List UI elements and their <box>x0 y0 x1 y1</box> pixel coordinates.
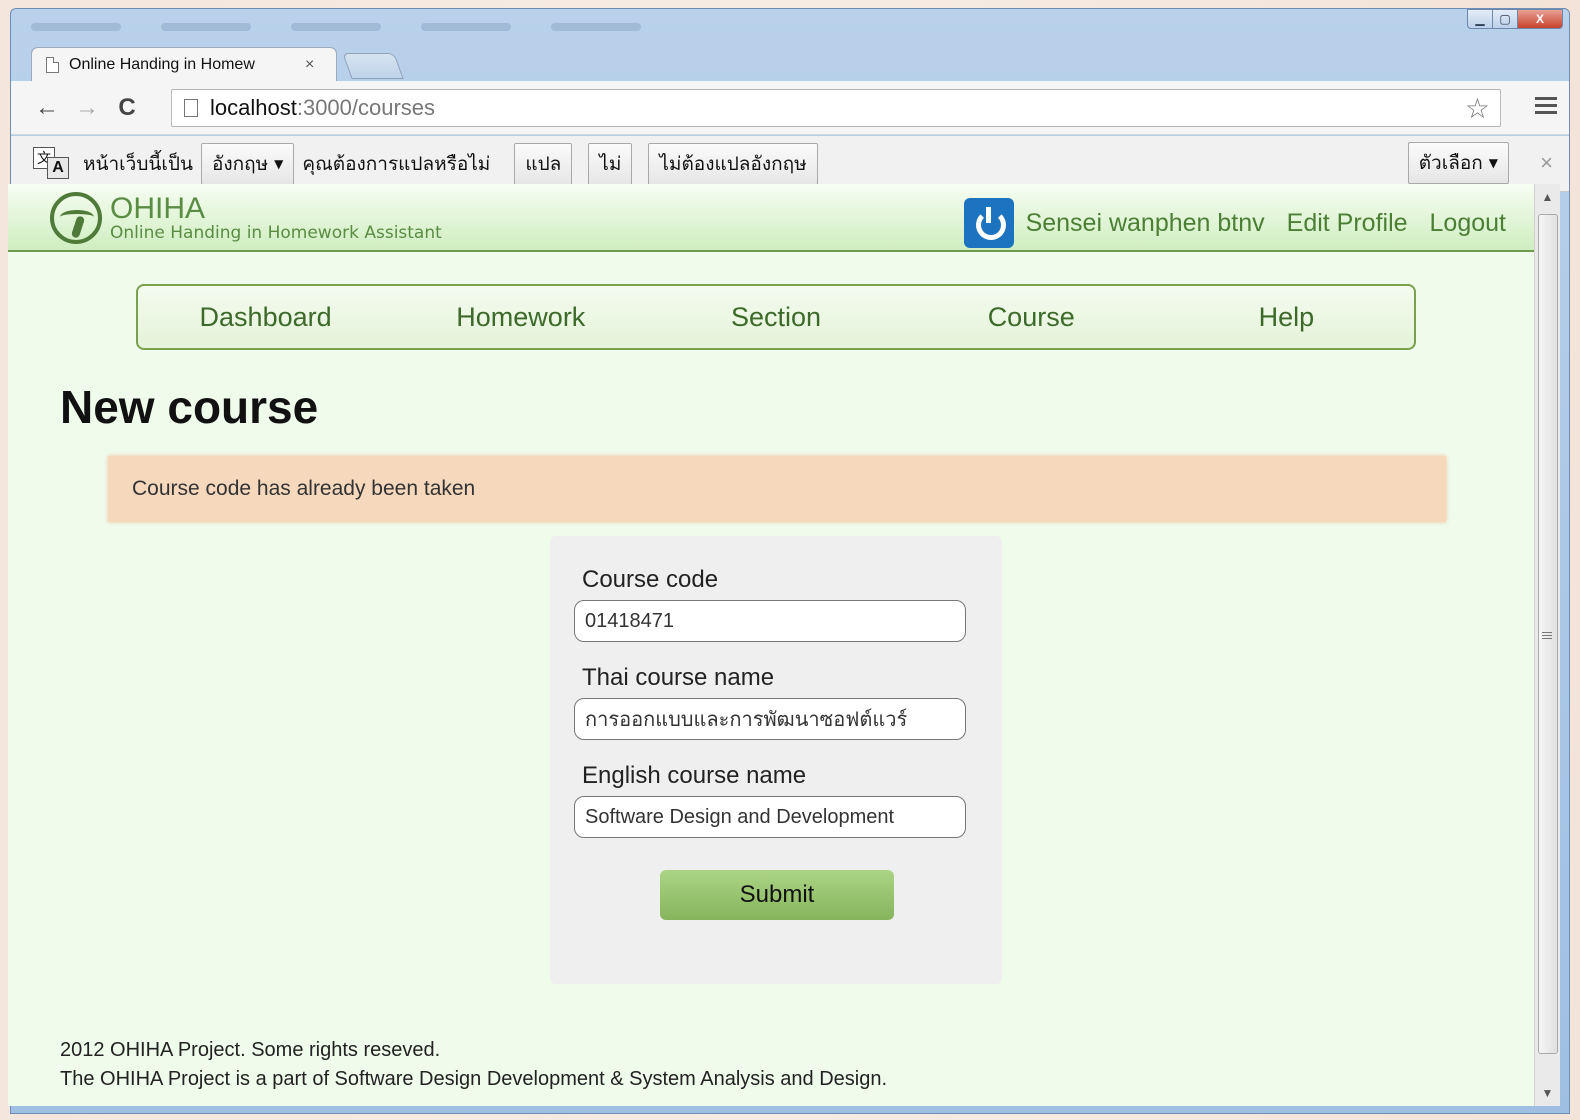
chevron-down-icon: ▼ <box>1488 156 1498 170</box>
logo-tagline: Online Handing in Homework Assistant <box>110 223 442 243</box>
tab-close-icon[interactable]: × <box>305 56 314 74</box>
reload-icon[interactable]: C <box>107 94 147 122</box>
user-name[interactable]: Sensei wanphen btnv <box>1026 209 1265 238</box>
nav-item-dashboard[interactable]: Dashboard <box>138 302 393 333</box>
maximize-button[interactable]: ▢ <box>1492 9 1518 29</box>
address-bar[interactable]: localhost:3000/courses ☆ <box>171 89 1501 127</box>
browser-tab-active[interactable]: Online Handing in Homew × <box>31 47 337 81</box>
bookmark-star-icon[interactable]: ☆ <box>1465 92 1490 125</box>
error-alert: Course code has already been taken <box>108 456 1446 522</box>
logout-link[interactable]: Logout <box>1430 209 1506 238</box>
power-icon <box>963 198 1014 248</box>
course-form: Course code Thai course name English cou… <box>550 536 1002 984</box>
forward-icon[interactable]: → <box>67 94 107 122</box>
user-area: Sensei wanphen btnv Edit Profile Logout <box>963 198 1506 248</box>
minimize-button[interactable]: ▁ <box>1467 9 1493 29</box>
tab-strip: Online Handing in Homew × <box>23 41 1563 81</box>
thai-name-input[interactable] <box>574 698 966 740</box>
edit-profile-link[interactable]: Edit Profile <box>1287 209 1408 238</box>
page-footer: 2012 OHIHA Project. Some rights reseved.… <box>60 1036 887 1094</box>
footer-line-2: The OHIHA Project is a part of Software … <box>60 1068 888 1090</box>
window-close-button[interactable]: X <box>1517 9 1563 29</box>
thai-name-label: Thai course name <box>582 664 775 691</box>
nav-item-help[interactable]: Help <box>1159 302 1414 333</box>
translate-question: คุณต้องการแปลหรือไม่ <box>302 152 491 175</box>
translate-page-is-in: หน้าเว็บนี้เป็น <box>83 152 193 175</box>
site-header: OHIHA Online Handing in Homework Assista… <box>8 184 1534 252</box>
new-tab-button[interactable] <box>342 53 404 79</box>
translate-icon: 文 A <box>33 146 71 181</box>
course-code-label: Course code <box>582 566 719 593</box>
url-host: localhost <box>210 95 297 120</box>
logo-icon <box>50 192 102 244</box>
nav-item-section[interactable]: Section <box>648 302 903 333</box>
course-code-input[interactable] <box>574 600 966 642</box>
page-title: New course <box>60 381 319 433</box>
page-viewport: OHIHA Online Handing in Homework Assista… <box>8 184 1534 1106</box>
english-name-label: English course name <box>582 762 807 789</box>
submit-button[interactable]: Submit <box>660 870 894 920</box>
scroll-up-icon[interactable]: ▲ <box>1535 184 1560 210</box>
no-translate-button[interactable]: ไม่ <box>588 142 633 185</box>
tab-title: Online Handing in Homew <box>69 55 255 73</box>
page-icon <box>184 99 198 117</box>
page-icon <box>46 56 59 73</box>
translate-button[interactable]: แปล <box>514 142 573 185</box>
vertical-scrollbar[interactable]: ▲ ▼ <box>1534 184 1560 1106</box>
browser-toolbar: ← → C localhost:3000/courses ☆ <box>11 81 1569 135</box>
scroll-grip-icon <box>1542 632 1552 641</box>
translate-options-button[interactable]: ตัวเลือก ▼ <box>1407 142 1509 184</box>
footer-line-1: 2012 OHIHA Project. Some rights reseved. <box>60 1039 441 1061</box>
window-controls: ▁ ▢ X <box>1467 9 1563 29</box>
window-title-bar <box>31 19 641 35</box>
nav-item-homework[interactable]: Homework <box>393 302 648 333</box>
logo-name: OHIHA <box>110 192 206 225</box>
back-icon[interactable]: ← <box>27 94 67 122</box>
main-nav: Dashboard Homework Section Course Help <box>136 284 1416 350</box>
scroll-down-icon[interactable]: ▼ <box>1535 1080 1560 1106</box>
close-icon[interactable]: × <box>1540 150 1553 176</box>
nav-item-course[interactable]: Course <box>904 302 1159 333</box>
english-name-input[interactable] <box>574 796 966 838</box>
url-path: :3000/courses <box>296 95 436 120</box>
menu-icon[interactable] <box>1535 97 1557 118</box>
language-select[interactable]: อังกฤษ ▼ <box>200 142 295 185</box>
chevron-down-icon: ▼ <box>274 156 284 171</box>
site-logo[interactable]: OHIHA Online Handing in Homework Assista… <box>50 192 442 244</box>
never-translate-button[interactable]: ไม่ต้องแปลอังกฤษ <box>648 142 818 185</box>
